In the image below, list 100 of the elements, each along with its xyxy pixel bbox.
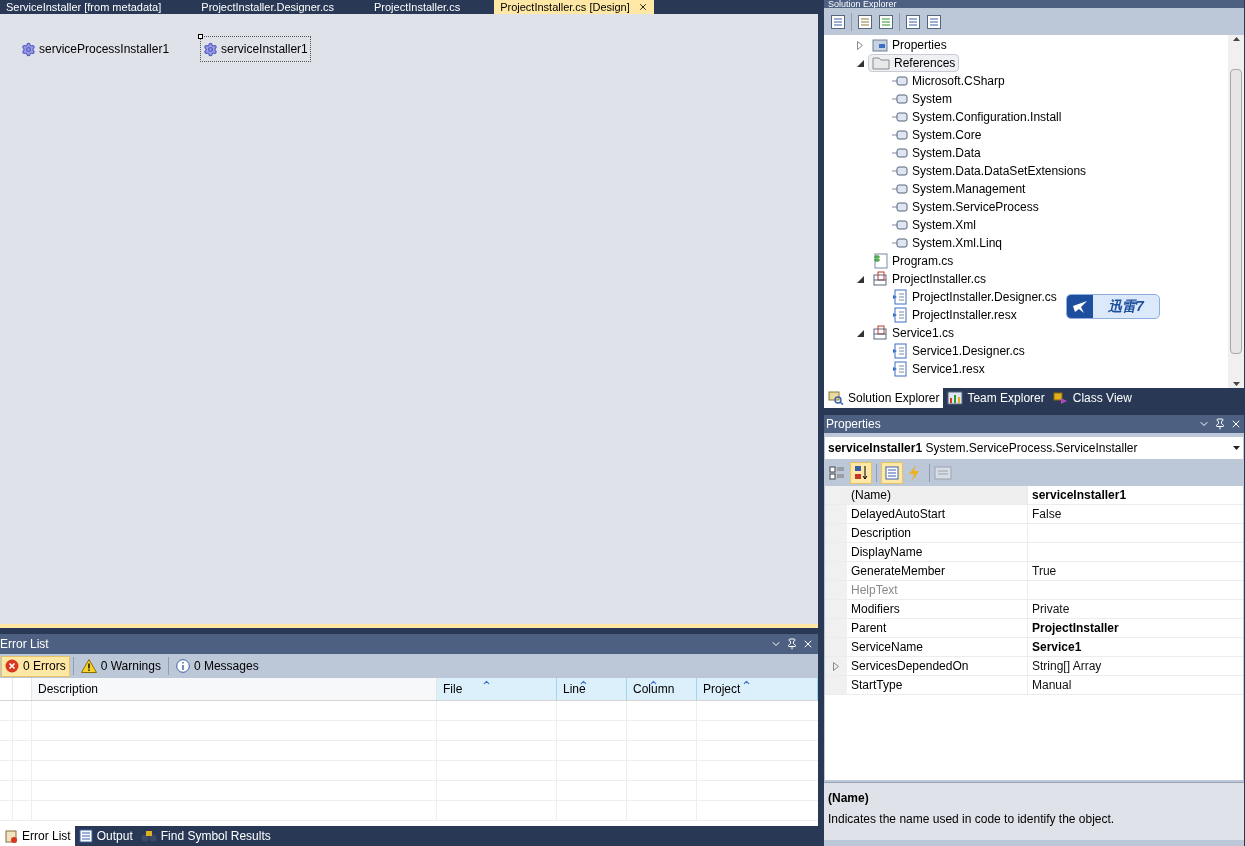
tree-item[interactable]: Service1.Designer.cs: [888, 342, 1029, 360]
reference-icon: [892, 220, 908, 230]
description-title: (Name): [828, 790, 870, 807]
property-value[interactable]: ProjectInstaller: [1032, 619, 1119, 637]
reference-icon: [892, 184, 908, 194]
tree-item[interactable]: ProjectInstaller.Designer.cs: [888, 288, 1061, 306]
properties-view-button[interactable]: [881, 461, 903, 484]
column-header[interactable]: Column: [627, 678, 697, 700]
tree-item[interactable]: System.Configuration.Install: [888, 108, 1066, 126]
tree-item[interactable]: Service1.resx: [888, 360, 989, 378]
tool-window-tab[interactable]: Output: [74, 826, 137, 846]
alphabetical-button[interactable]: [850, 461, 872, 484]
tree-item[interactable]: Microsoft.CSharp: [888, 72, 1009, 90]
scrollbar[interactable]: [1228, 35, 1244, 388]
property-row[interactable]: DisplayName: [825, 543, 1243, 562]
property-value[interactable]: Manual: [1032, 676, 1072, 694]
column-header[interactable]: Description: [32, 678, 437, 700]
property-name[interactable]: DelayedAutoStart: [847, 505, 1028, 523]
property-value[interactable]: String[] Array: [1032, 657, 1102, 675]
property-name[interactable]: ServicesDependedOn: [847, 657, 1028, 675]
clipboard-icon: [4, 829, 18, 843]
property-name[interactable]: Parent: [847, 619, 1028, 637]
collapse-arrow-icon[interactable]: [856, 59, 864, 67]
warning-icon: [80, 659, 97, 673]
component-tray-item[interactable]: serviceInstaller1: [200, 36, 311, 62]
property-value[interactable]: serviceInstaller1: [1032, 486, 1127, 504]
object-name: serviceInstaller1: [828, 441, 923, 455]
property-row[interactable]: (Name) serviceInstaller1: [825, 486, 1243, 505]
collapse-arrow-icon[interactable]: [856, 329, 864, 337]
document-tab[interactable]: ProjectInstaller.cs [Design]: [494, 0, 654, 14]
property-name[interactable]: StartType: [847, 676, 1028, 694]
tool-window-tab[interactable]: Class View: [1048, 388, 1136, 408]
close-icon[interactable]: [637, 2, 648, 12]
property-name[interactable]: (Name): [847, 486, 1028, 504]
row-gutter: [825, 562, 847, 580]
dropdown-arrow-icon[interactable]: [1233, 446, 1240, 450]
row-gutter: [825, 524, 847, 542]
error-icon: [5, 659, 19, 673]
property-value[interactable]: False: [1032, 505, 1062, 523]
property-row[interactable]: GenerateMember True: [825, 562, 1243, 581]
property-row[interactable]: DelayedAutoStart False: [825, 505, 1243, 524]
property-row[interactable]: Description: [825, 524, 1243, 543]
property-value[interactable]: Service1: [1032, 638, 1082, 656]
expand-arrow-icon[interactable]: [857, 40, 863, 50]
tree-item[interactable]: ProjectInstaller.resx: [888, 306, 1021, 324]
property-row[interactable]: Parent ProjectInstaller: [825, 619, 1243, 638]
document-tab[interactable]: ProjectInstaller.Designer.cs: [195, 0, 340, 14]
pin-icon[interactable]: [1214, 418, 1226, 430]
tree-item[interactable]: System.Xml.Linq: [888, 234, 1007, 252]
tool-window-tab[interactable]: Error List: [0, 826, 75, 846]
close-icon[interactable]: [802, 638, 814, 650]
tool-window-tab[interactable]: Solution Explorer: [824, 388, 944, 408]
tree-item[interactable]: References: [868, 54, 960, 72]
tree-item[interactable]: System.Data.DataSetExtensions: [888, 162, 1091, 180]
close-icon[interactable]: [1230, 418, 1242, 430]
reference-icon: [892, 76, 908, 86]
property-row[interactable]: StartType Manual: [825, 676, 1243, 695]
tree-item[interactable]: System: [888, 90, 956, 108]
property-name[interactable]: ServiceName: [847, 638, 1028, 656]
tree-item[interactable]: System.Management: [888, 180, 1030, 198]
tree-item[interactable]: Program.cs: [868, 252, 958, 270]
property-row[interactable]: ServiceName Service1: [825, 638, 1243, 657]
property-row[interactable]: Modifiers Private: [825, 600, 1243, 619]
tree-item[interactable]: System.ServiceProcess: [888, 198, 1043, 216]
row-gutter: [825, 600, 847, 618]
property-row[interactable]: ServicesDependedOn String[] Array: [825, 657, 1243, 676]
download-badge[interactable]: 迅雷7: [1066, 294, 1160, 319]
object-selector[interactable]: serviceInstaller1 System.ServiceProcess.ServiceInstaller: [825, 437, 1243, 459]
selection-handle[interactable]: [198, 34, 204, 39]
property-name[interactable]: Description: [847, 524, 1028, 542]
tree-item[interactable]: ProjectInstaller.cs: [868, 270, 991, 288]
pin-icon[interactable]: [786, 638, 798, 650]
filter-toggle[interactable]: 0 Errors: [1, 655, 70, 677]
scroll-down-icon[interactable]: [1232, 382, 1240, 386]
collapse-arrow-icon[interactable]: [856, 275, 864, 283]
tree-item[interactable]: System.Data: [888, 144, 985, 162]
filter-toggle[interactable]: 0 Warnings: [76, 655, 165, 677]
tree-item[interactable]: System.Xml: [888, 216, 980, 234]
expand-arrow-icon[interactable]: [833, 661, 839, 671]
component-tray-item[interactable]: serviceProcessInstaller1: [18, 36, 173, 62]
document-tab[interactable]: ProjectInstaller.cs: [367, 0, 467, 14]
filter-toggle[interactable]: 0 Messages: [171, 655, 263, 677]
tree-item[interactable]: Properties: [868, 36, 951, 54]
tool-window-tab[interactable]: Team Explorer: [943, 388, 1049, 408]
column-header[interactable]: Line: [557, 678, 627, 700]
property-name[interactable]: DisplayName: [847, 543, 1028, 561]
tool-window-tab[interactable]: Find Symbol Results: [136, 826, 275, 846]
properties-folder-icon: [872, 38, 888, 52]
property-value[interactable]: True: [1032, 562, 1057, 580]
column-header[interactable]: Project: [697, 678, 818, 700]
scroll-up-icon[interactable]: [1232, 37, 1240, 41]
property-name[interactable]: Modifiers: [847, 600, 1028, 618]
document-tab[interactable]: ServiceInstaller [from metadata]: [0, 0, 168, 14]
tree-item[interactable]: System.Core: [888, 126, 986, 144]
tree-item[interactable]: Service1.cs: [868, 324, 959, 342]
column-header[interactable]: File: [437, 678, 557, 700]
categorized-icon[interactable]: [828, 463, 846, 482]
property-name[interactable]: GenerateMember: [847, 562, 1028, 580]
scrollbar-thumb[interactable]: [1230, 69, 1242, 354]
property-value[interactable]: Private: [1032, 600, 1070, 618]
